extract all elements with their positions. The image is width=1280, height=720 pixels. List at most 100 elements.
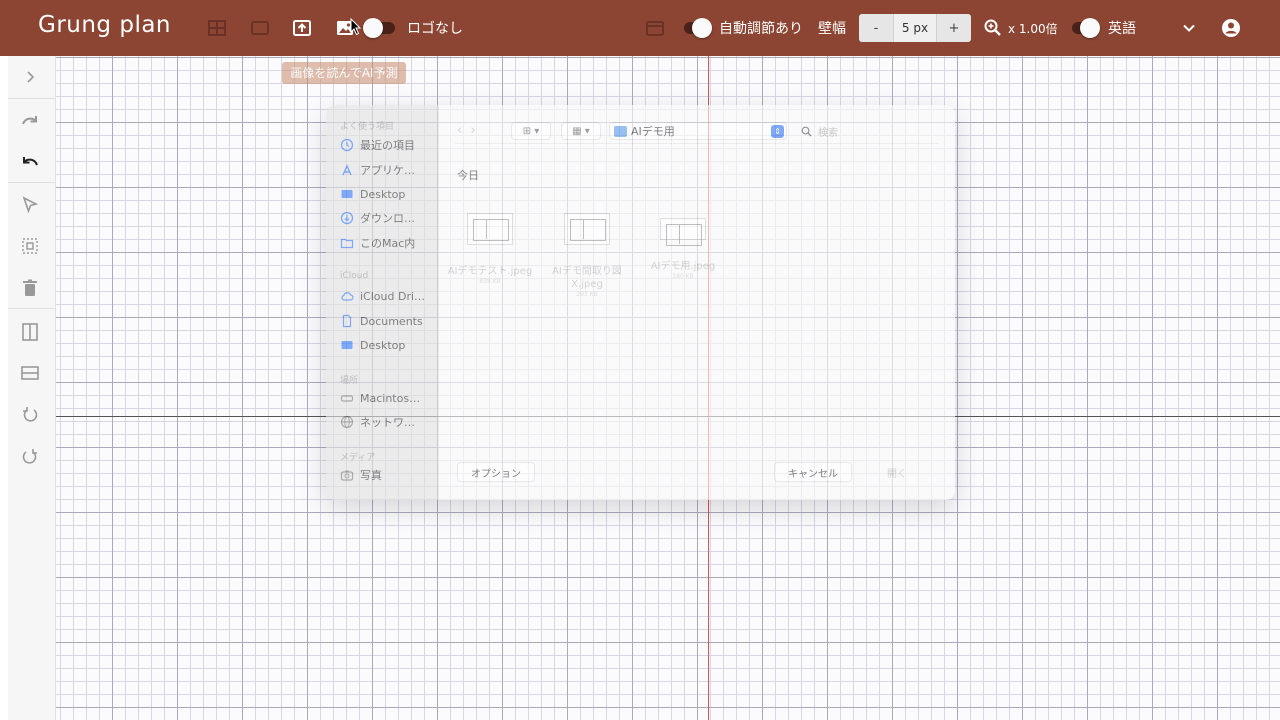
group-view-button[interactable]: ▦ ▾: [561, 122, 601, 140]
sidebar-item-recents[interactable]: 最近の項目: [340, 136, 415, 154]
sidebar-item-icloud-desktop[interactable]: Desktop: [340, 336, 405, 354]
wall-width-value[interactable]: 5 px: [893, 14, 937, 42]
sidebar-item-desktop[interactable]: Desktop: [340, 185, 405, 203]
applications-icon: [340, 163, 354, 177]
sidebar-item-label: Macintos…: [360, 391, 421, 405]
sidebar-item-label: Documents: [360, 314, 423, 328]
sidebar-item-icloud-drive[interactable]: iCloud Dri…: [340, 287, 425, 305]
sidebar-item-label: 最近の項目: [360, 139, 415, 152]
upload-icon[interactable]: [291, 17, 313, 39]
camera-icon: [340, 468, 354, 482]
sidebar-item-this-mac[interactable]: このMac内: [340, 234, 415, 252]
folder-path-selector[interactable]: AIデモ用 ⇕: [609, 122, 787, 140]
current-folder-label: AIデモ用: [631, 125, 675, 138]
sidebar-item-label: アプリケ…: [360, 164, 415, 177]
file-size: 180 KB: [672, 273, 694, 280]
toolbar-divider: [455, 143, 939, 144]
split-vertical-icon[interactable]: [19, 321, 41, 343]
wall-width-stepper: - 5 px +: [859, 14, 971, 42]
select-arrow-icon[interactable]: [19, 194, 41, 216]
favorites-header: よく使う項目: [340, 122, 395, 132]
chevron-down-icon[interactable]: [1178, 17, 1200, 39]
search-icon: [801, 126, 812, 136]
calendar-icon[interactable]: [644, 17, 666, 39]
left-toolbar: [8, 56, 56, 720]
expand-chevron-icon[interactable]: [19, 66, 41, 88]
desktop-icon: [340, 187, 354, 201]
logo-toggle-label: ロゴなし: [407, 21, 463, 37]
search-field[interactable]: 検索: [801, 122, 941, 140]
file-item[interactable]: AIデモテスト.jpeg 838 KB: [442, 213, 538, 285]
file-name: AIデモ用.jpeg: [650, 261, 716, 272]
logo-toggle[interactable]: [363, 18, 397, 38]
sidebar-item-photos[interactable]: 写真: [340, 466, 382, 484]
rotate-right-icon[interactable]: [19, 446, 41, 468]
split-horizontal-icon[interactable]: [19, 362, 41, 384]
language-label: 英語: [1108, 21, 1136, 37]
dialog-main: ‹ › ⊞ ▾ ▦ ▾ AIデモ用 ⇕ 検索 今日 AIデモテスト.jpeg 8…: [439, 105, 955, 500]
document-icon: [340, 314, 354, 328]
hard-drive-icon: [340, 391, 354, 405]
sidebar-item-label: ネットワ…: [360, 416, 415, 429]
frame-icon[interactable]: [249, 17, 271, 39]
media-header: メディア: [340, 453, 376, 463]
sidebar-item-label: iCloud Dri…: [360, 289, 426, 303]
sidebar-item-network[interactable]: ネットワ…: [340, 413, 415, 431]
download-icon: [340, 211, 354, 225]
globe-icon: [340, 415, 354, 429]
file-name: AIデモ間取り図X.jpeg: [552, 266, 622, 290]
sidebar-item-applications[interactable]: アプリケ…: [340, 161, 415, 179]
search-placeholder: 検索: [818, 127, 838, 139]
open-button[interactable]: 開く: [864, 462, 930, 482]
sidebar-item-downloads[interactable]: ダウンロ…: [340, 209, 415, 227]
account-icon[interactable]: [1220, 17, 1242, 39]
file-size: 293 KB: [576, 291, 598, 298]
icloud-header: iCloud: [340, 271, 369, 281]
sidebar-item-label: ダウンロ…: [360, 212, 415, 225]
select-area-icon[interactable]: [19, 235, 41, 257]
app-logo: Grung plan: [38, 12, 172, 38]
sidebar-item-label: Desktop: [360, 338, 406, 352]
wall-width-plus-button[interactable]: +: [937, 21, 971, 36]
desktop-icon: [340, 338, 354, 352]
rotate-left-icon[interactable]: [19, 404, 41, 426]
undo-icon[interactable]: [19, 151, 41, 173]
file-name: AIデモテスト.jpeg: [447, 266, 533, 277]
icon-view-button[interactable]: ⊞ ▾: [511, 122, 551, 140]
file-item[interactable]: AIデモ間取り図X.jpeg 293 KB: [539, 213, 635, 298]
trash-icon[interactable]: [19, 277, 41, 299]
sidebar-item-label: このMac内: [360, 237, 416, 250]
file-size: 838 KB: [479, 278, 501, 285]
cancel-button[interactable]: キャンセル: [774, 462, 852, 482]
sidebar-item-documents[interactable]: Documents: [340, 312, 423, 330]
auto-adjust-label: 自動調節あり: [719, 21, 803, 37]
language-toggle[interactable]: [1068, 18, 1102, 38]
mouse-cursor-icon: [350, 18, 362, 36]
top-bar: Grung plan ロゴなし 自動調節あり 壁幅 - 5 px + x 1.0…: [0, 0, 1280, 56]
wall-width-label: 壁幅: [818, 21, 846, 37]
section-today: 今日: [457, 169, 479, 182]
cloud-icon: [340, 289, 354, 303]
file-item[interactable]: AIデモ用.jpeg 180 KB: [635, 213, 731, 280]
grid-icon[interactable]: [206, 17, 228, 39]
back-forward-buttons[interactable]: ‹ ›: [457, 123, 476, 138]
sidebar-item-label: Desktop: [360, 187, 406, 201]
clock-icon: [340, 138, 354, 152]
zoom-level: x 1.00倍: [1008, 22, 1058, 36]
dialog-sidebar: よく使う項目 最近の項目 アプリケ… Desktop ダウンロ… このMac内 …: [326, 105, 439, 500]
updown-chevron-icon: ⇕: [771, 125, 784, 138]
file-thumbnail: [660, 218, 706, 246]
sidebar-item-label: 写真: [360, 469, 382, 482]
wall-width-minus-button[interactable]: -: [859, 21, 893, 36]
locations-header: 場所: [340, 376, 359, 386]
tooltip: 画像を読んでAI予測: [282, 62, 406, 84]
zoom-icon[interactable]: [982, 17, 1004, 39]
folder-icon: [340, 236, 354, 250]
sidebar-item-macintosh-hd[interactable]: Macintos…: [340, 389, 420, 407]
redo-icon[interactable]: [19, 110, 41, 132]
file-thumbnail: [564, 213, 610, 245]
auto-adjust-toggle[interactable]: [680, 18, 714, 38]
file-thumbnail: [467, 213, 513, 245]
folder-icon: [614, 125, 627, 137]
options-button[interactable]: オプション: [457, 462, 535, 482]
